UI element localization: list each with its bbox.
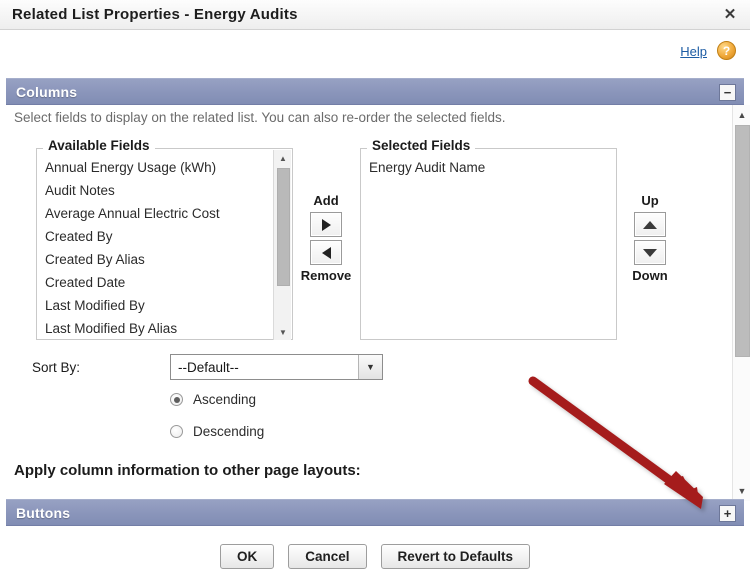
selected-field-item[interactable]: Energy Audit Name bbox=[362, 156, 615, 179]
help-row: Help ? bbox=[0, 31, 750, 73]
columns-description: Select fields to display on the related … bbox=[14, 110, 506, 125]
apply-columns-label: Apply column information to other page l… bbox=[14, 462, 361, 479]
add-remove-controls: Add Remove bbox=[296, 193, 356, 284]
remove-button[interactable] bbox=[310, 240, 342, 265]
up-label: Up bbox=[641, 193, 659, 208]
radio-descending[interactable]: Descending bbox=[170, 424, 264, 439]
available-field-item[interactable]: Audit Notes bbox=[38, 179, 273, 202]
available-field-item[interactable]: Last Modified By Alias bbox=[38, 317, 273, 336]
ok-button[interactable]: OK bbox=[219, 544, 275, 569]
available-fields-scrollbar[interactable]: ▲ ▼ bbox=[273, 150, 291, 340]
section-header-buttons[interactable]: Buttons + bbox=[6, 499, 744, 526]
collapse-columns-button[interactable]: − bbox=[719, 84, 736, 101]
dialog-titlebar: Related List Properties - Energy Audits … bbox=[0, 0, 750, 30]
selected-fields-box: Selected Fields Energy Audit Name bbox=[360, 138, 617, 340]
available-fields-box: Available Fields Annual Energy Usage (kW… bbox=[36, 138, 293, 340]
arrow-up-icon bbox=[643, 220, 657, 229]
radio-ascending[interactable]: Ascending bbox=[170, 392, 256, 407]
scroll-down-icon[interactable]: ▼ bbox=[274, 324, 292, 340]
dialog-title: Related List Properties - Energy Audits bbox=[12, 6, 298, 23]
cancel-button[interactable]: Cancel bbox=[288, 544, 367, 569]
sort-by-label: Sort By: bbox=[32, 360, 81, 375]
dialog-footer: OK Cancel Revert to Defaults bbox=[0, 528, 750, 580]
radio-ascending-indicator[interactable] bbox=[170, 393, 183, 406]
remove-label: Remove bbox=[300, 268, 352, 283]
scroll-up-icon[interactable]: ▲ bbox=[274, 150, 292, 166]
radio-ascending-label: Ascending bbox=[193, 392, 257, 407]
arrow-right-icon bbox=[321, 218, 331, 231]
move-up-button[interactable] bbox=[634, 212, 666, 237]
close-icon[interactable]: ✕ bbox=[720, 4, 740, 24]
related-list-properties-dialog: Related List Properties - Energy Audits … bbox=[0, 0, 750, 580]
radio-descending-label: Descending bbox=[193, 424, 265, 439]
section-header-columns[interactable]: Columns − bbox=[6, 78, 744, 105]
available-field-item[interactable]: Average Annual Electric Cost bbox=[38, 202, 273, 225]
dialog-scrollbar[interactable]: ▲ ▼ bbox=[732, 105, 750, 501]
available-field-item[interactable]: Created By Alias bbox=[38, 248, 273, 271]
scrollbar-thumb[interactable] bbox=[277, 168, 290, 286]
section-title-columns: Columns bbox=[16, 84, 78, 100]
available-field-item[interactable]: Created Date bbox=[38, 271, 273, 294]
selected-fields-list[interactable]: Energy Audit Name bbox=[362, 156, 615, 336]
arrow-left-icon bbox=[321, 246, 331, 259]
revert-to-defaults-button[interactable]: Revert to Defaults bbox=[380, 544, 531, 569]
expand-buttons-button[interactable]: + bbox=[719, 505, 736, 522]
available-field-item[interactable]: Created By bbox=[38, 225, 273, 248]
page-scrollbar-thumb[interactable] bbox=[735, 125, 750, 357]
sort-by-select[interactable]: --Default-- ▼ bbox=[170, 354, 383, 380]
footer-button-row: OK Cancel Revert to Defaults bbox=[0, 544, 750, 569]
help-link[interactable]: Help bbox=[680, 44, 707, 59]
page-scroll-up-icon[interactable]: ▲ bbox=[733, 107, 750, 123]
radio-descending-indicator[interactable] bbox=[170, 425, 183, 438]
section-title-buttons: Buttons bbox=[16, 505, 71, 521]
available-fields-legend: Available Fields bbox=[43, 138, 155, 153]
add-button[interactable] bbox=[310, 212, 342, 237]
available-field-item[interactable]: Last Modified By bbox=[38, 294, 273, 317]
add-label: Add bbox=[313, 193, 339, 208]
chevron-down-icon[interactable]: ▼ bbox=[358, 355, 382, 379]
help-question-icon[interactable]: ? bbox=[717, 41, 736, 60]
down-label: Down bbox=[632, 268, 668, 283]
up-down-controls: Up Down bbox=[620, 193, 680, 284]
move-down-button[interactable] bbox=[634, 240, 666, 265]
available-fields-list[interactable]: Annual Energy Usage (kWh) Audit Notes Aver… bbox=[38, 156, 273, 336]
sort-by-value: --Default-- bbox=[178, 359, 239, 375]
page-scroll-down-icon[interactable]: ▼ bbox=[733, 483, 750, 499]
arrow-down-icon bbox=[643, 248, 657, 257]
available-field-item[interactable]: Annual Energy Usage (kWh) bbox=[38, 156, 273, 179]
selected-fields-legend: Selected Fields bbox=[367, 138, 476, 153]
